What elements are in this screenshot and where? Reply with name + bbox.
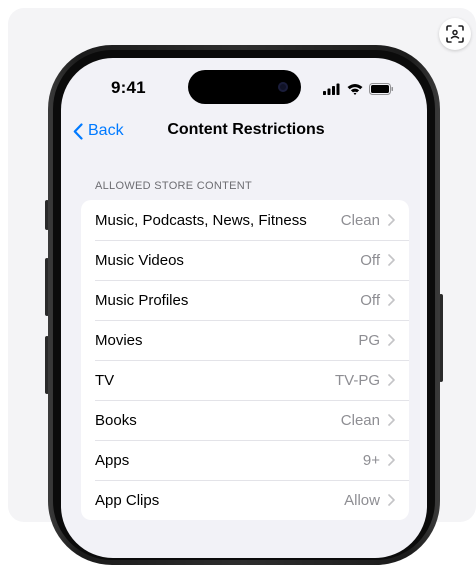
status-time: 9:41 xyxy=(111,78,146,97)
chevron-right-icon xyxy=(388,254,395,266)
chevron-left-icon xyxy=(73,122,83,140)
row-label: TV xyxy=(95,371,115,389)
back-label: Back xyxy=(88,122,124,139)
chevron-right-icon xyxy=(388,294,395,306)
visual-lookup-icon xyxy=(446,25,464,43)
row-value: 9+ xyxy=(362,451,380,469)
chevron-right-icon xyxy=(388,454,395,466)
status-icons xyxy=(323,82,395,95)
list-item-tv[interactable]: TV TV-PG xyxy=(81,360,409,400)
front-camera xyxy=(278,82,288,92)
list-item-music-podcasts-news-fitness[interactable]: Music, Podcasts, News, Fitness Clean xyxy=(81,200,409,240)
list-item-music-videos[interactable]: Music Videos Off xyxy=(81,240,409,280)
chevron-right-icon xyxy=(388,334,395,346)
row-value: Allow xyxy=(344,491,380,509)
wifi-icon xyxy=(347,84,363,95)
list-item-apps[interactable]: Apps 9+ xyxy=(81,440,409,480)
row-value: PG xyxy=(358,331,380,349)
list-item-app-clips[interactable]: App Clips Allow xyxy=(81,480,409,520)
chevron-right-icon xyxy=(388,414,395,426)
back-button[interactable]: Back xyxy=(73,119,124,143)
chevron-right-icon xyxy=(388,494,395,506)
row-value: Off xyxy=(360,291,380,309)
row-value: TV-PG xyxy=(334,371,380,389)
row-label: Music, Podcasts, News, Fitness xyxy=(95,211,307,229)
row-label: Music Videos xyxy=(95,251,184,269)
row-value: Clean xyxy=(340,411,380,429)
chevron-right-icon xyxy=(388,374,395,386)
page-title: Content Restrictions xyxy=(167,121,325,138)
list-item-books[interactable]: Books Clean xyxy=(81,400,409,440)
settings-list: Music, Podcasts, News, Fitness Clean Mus… xyxy=(81,200,409,520)
visual-lookup-button[interactable] xyxy=(439,18,471,50)
row-label: Books xyxy=(95,411,137,429)
section-header: ALLOWED STORE CONTENT xyxy=(95,180,253,192)
row-value: Off xyxy=(360,251,380,269)
row-label: App Clips xyxy=(95,491,160,509)
list-item-movies[interactable]: Movies PG xyxy=(81,320,409,360)
chevron-right-icon xyxy=(388,214,395,226)
cellular-signal-icon xyxy=(323,83,340,95)
dynamic-island xyxy=(188,70,301,104)
battery-icon xyxy=(369,83,393,95)
row-label: Movies xyxy=(95,331,143,349)
phone-screen: 9:41 Back Content Restrictions ALLOWED S… xyxy=(61,58,427,558)
list-item-music-profiles[interactable]: Music Profiles Off xyxy=(81,280,409,320)
row-label: Apps xyxy=(95,451,130,469)
row-label: Music Profiles xyxy=(95,291,189,309)
row-value: Clean xyxy=(340,211,380,229)
